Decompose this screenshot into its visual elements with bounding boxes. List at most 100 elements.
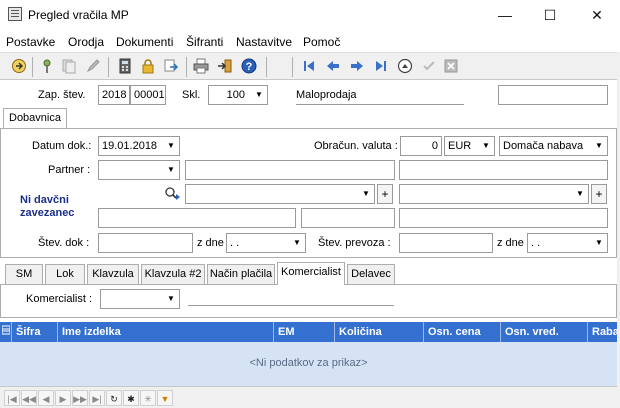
chevron-down-icon[interactable]: ▼ (591, 137, 607, 155)
col-osn-vred[interactable]: Osn. vred. (501, 322, 588, 342)
zap-label: Zap. štev. (38, 89, 86, 101)
nav-last-icon[interactable]: ▶| (89, 390, 105, 406)
stev-prevoza-field[interactable] (399, 233, 493, 253)
partner-lookup-icon[interactable] (164, 186, 182, 202)
nav-filter-icon[interactable]: ▼ (157, 390, 173, 406)
nav-refresh-icon[interactable]: ↻ (106, 390, 122, 406)
valuta-amount-field[interactable]: 0 (400, 136, 442, 156)
warehouse-name: Maloprodaja (296, 89, 464, 105)
partner-extra-field[interactable] (399, 160, 608, 180)
datum-value: 19.01.2018 (102, 140, 158, 152)
empty-grid-message: <Ni podatkov za prikaz> (249, 357, 368, 369)
col-kolicina[interactable]: Količina (335, 322, 424, 342)
nav-delete-icon[interactable]: ✳ (140, 390, 156, 406)
tab-komercialist[interactable]: Komercialist (277, 262, 345, 285)
menu-dokumenti[interactable]: Dokumenti (116, 35, 173, 49)
nav-next-icon[interactable]: ▶ (55, 390, 71, 406)
nabava-type-select[interactable]: Domača nabava ▼ (499, 136, 608, 156)
grid-header: Šifra Ime izdelka EM Količina Osn. cena … (0, 322, 617, 342)
warehouse-select[interactable]: 100 ▼ (208, 85, 268, 105)
nav-next-page-icon[interactable]: ▶▶ (72, 390, 88, 406)
chevron-down-icon[interactable]: ▼ (358, 185, 374, 203)
col-ime-izdelka[interactable]: Ime izdelka (58, 322, 274, 342)
z-dne2-date-field[interactable]: . . ▼ (527, 233, 608, 253)
menu-postavke[interactable]: Postavke (6, 35, 55, 49)
exit-icon[interactable] (10, 58, 28, 76)
prev-record-icon[interactable] (324, 58, 342, 76)
header-extra-field[interactable] (498, 85, 608, 105)
nav-insert-icon[interactable]: ✱ (123, 390, 139, 406)
last-record-icon[interactable] (372, 58, 390, 76)
note-field-3[interactable] (399, 208, 608, 228)
grid-menu-icon[interactable] (0, 322, 12, 342)
add-delivery-button[interactable]: + (591, 184, 607, 204)
maximize-button[interactable]: ☐ (527, 0, 573, 30)
tab-sm[interactable]: SM (5, 264, 43, 284)
confirm-icon[interactable] (420, 58, 438, 76)
chevron-down-icon[interactable]: ▼ (163, 137, 179, 155)
toolbar: ? (0, 52, 620, 80)
tab-lok[interactable]: Lok (45, 264, 85, 284)
year-field[interactable]: 2018 (98, 85, 130, 105)
close-button[interactable]: ✕ (574, 0, 620, 30)
calculator-icon[interactable] (116, 58, 134, 76)
cancel-icon[interactable] (442, 58, 460, 76)
number-field[interactable]: 00001 (130, 85, 166, 105)
import-icon[interactable] (216, 58, 234, 76)
menu-orodja[interactable]: Orodja (68, 35, 104, 49)
tab-dobavnica[interactable]: Dobavnica (3, 108, 67, 128)
komercialist-select[interactable]: ▼ (100, 289, 180, 309)
lock-icon[interactable] (139, 58, 157, 76)
pin-icon[interactable] (38, 58, 56, 76)
nav-prev-icon[interactable]: ◀ (38, 390, 54, 406)
chevron-down-icon[interactable]: ▼ (572, 185, 588, 203)
menu-pomoc[interactable]: Pomoč (303, 35, 340, 49)
up-circle-icon[interactable] (396, 58, 414, 76)
nav-prev-page-icon[interactable]: ◀◀ (21, 390, 37, 406)
chevron-down-icon[interactable]: ▼ (591, 234, 607, 252)
currency-select[interactable]: EUR ▼ (444, 136, 495, 156)
print-icon[interactable] (192, 58, 210, 76)
copy-icon[interactable] (60, 58, 78, 76)
datum-field[interactable]: 19.01.2018 ▼ (98, 136, 180, 156)
tab-nacin-placila[interactable]: Način plačila (207, 264, 275, 284)
col-sifra[interactable]: Šifra (12, 322, 58, 342)
chevron-down-icon[interactable]: ▼ (251, 86, 267, 104)
nav-first-icon[interactable]: |◀ (4, 390, 20, 406)
partner-name-field[interactable] (185, 160, 395, 180)
export-icon[interactable] (162, 58, 180, 76)
first-record-icon[interactable] (300, 58, 318, 76)
z-dne-date-field[interactable]: . . ▼ (226, 233, 306, 253)
partner-code-field[interactable]: ▼ (98, 160, 180, 180)
delivery-select[interactable]: ▼ (399, 184, 589, 204)
ni-davcni-line2: zavezanec (20, 207, 75, 219)
col-raba[interactable]: Raba (588, 322, 617, 342)
next-record-icon[interactable] (348, 58, 366, 76)
tab-delavec[interactable]: Delavec (347, 264, 395, 284)
tab-klavzula[interactable]: Klavzula (87, 264, 139, 284)
add-address-button[interactable]: + (377, 184, 393, 204)
svg-text:?: ? (246, 61, 253, 73)
datum-label: Datum dok.: (32, 140, 92, 152)
menu-sifranti[interactable]: Šifranti (186, 35, 223, 49)
app-icon (8, 7, 22, 21)
minimize-button[interactable]: — (482, 0, 528, 30)
note-field-1[interactable] (98, 208, 296, 228)
komercialist-name-line (188, 305, 394, 306)
col-osn-cena[interactable]: Osn. cena (424, 322, 501, 342)
col-em[interactable]: EM (274, 322, 335, 342)
stev-dok-field[interactable] (98, 233, 193, 253)
address-select[interactable]: ▼ (185, 184, 375, 204)
chevron-down-icon[interactable]: ▼ (478, 137, 494, 155)
nabava-type-value: Domača nabava (503, 140, 584, 152)
currency-value: EUR (448, 140, 472, 152)
note-field-2[interactable] (301, 208, 395, 228)
menu-nastavitve[interactable]: Nastavitve (236, 35, 292, 49)
edit-icon[interactable] (84, 58, 102, 76)
tab-klavzula-2[interactable]: Klavzula #2 (141, 264, 205, 284)
chevron-down-icon[interactable]: ▼ (163, 290, 179, 308)
chevron-down-icon[interactable]: ▼ (289, 234, 305, 252)
date2-value: . . (531, 237, 541, 249)
chevron-down-icon[interactable]: ▼ (163, 161, 179, 179)
help-icon[interactable]: ? (240, 58, 258, 76)
